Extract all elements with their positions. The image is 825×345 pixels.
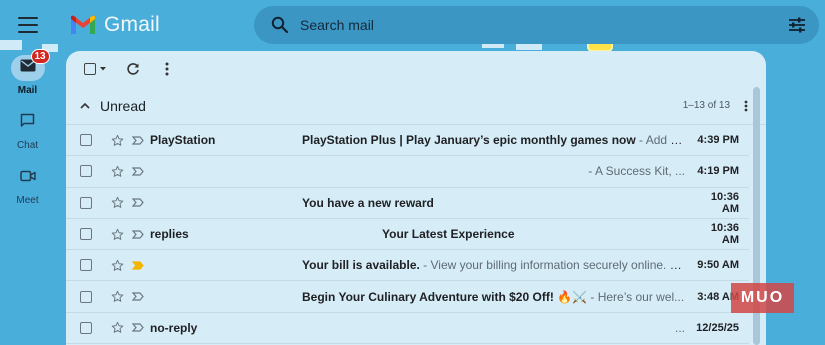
cloud-decoration [0,40,22,50]
video-icon [19,169,36,187]
email-snippet: - Here’s our wel... [587,289,685,304]
importance-marker-icon[interactable] [128,198,148,207]
email-subject: Your bill is available. [302,258,420,273]
email-row[interactable]: You have a new reward 10:36 AM [66,188,749,219]
refresh-icon [127,63,139,75]
email-list: PlayStation PlayStation Plus | Play Janua… [66,125,749,345]
email-subject: Begin Your Culinary Adventure with $20 O… [302,289,588,304]
email-snippet: - View your billing information securely… [419,258,688,273]
email-time: 10:36 AM [710,190,739,215]
email-row[interactable]: PlayStation PlayStation Plus | Play Janua… [66,125,749,157]
refresh-button[interactable] [120,56,146,82]
gmail-m-icon [70,15,96,35]
email-sender: no-reply [150,320,198,335]
importance-marker-icon[interactable] [128,261,148,270]
star-icon[interactable] [106,321,128,334]
watermark-logo: MUO [731,283,794,313]
search-options-icon[interactable] [775,17,819,33]
email-snippet: - A Success Kit, ... [588,164,685,179]
chat-icon [20,113,35,133]
email-time: 9:50 AM [697,259,739,272]
star-icon[interactable] [106,134,128,147]
email-row[interactable]: no-reply... 12/25/25 [66,313,749,345]
email-content: PlayStation Plus | Play January’s epic m… [302,133,693,147]
search-input[interactable] [300,17,775,33]
importance-marker-icon[interactable] [128,292,148,301]
main-menu-button[interactable] [18,17,38,33]
inbox-toolbar [66,51,766,87]
email-sender: replies [150,227,189,242]
rail-item-mail[interactable]: 13 Mail [0,49,55,96]
star-icon[interactable] [106,196,128,209]
search-bar[interactable] [254,6,819,44]
email-time: 4:39 PM [697,134,739,147]
rail-item-chat[interactable]: Chat [0,110,55,151]
rail-pill [11,110,45,136]
gmail-logo[interactable]: Gmail [70,13,160,37]
email-content: Begin Your Culinary Adventure with $20 O… [302,290,693,304]
left-nav-rail: 13 Mail Chat Meet [0,49,55,220]
inbox-panel: Unread 1–13 of 13 PlayStation PlayStation… [66,51,766,345]
importance-marker-icon[interactable] [128,136,148,145]
email-row[interactable]: - A Success Kit, ... 4:19 PM [66,156,749,188]
email-subject: PlayStation Plus | Play January’s epic m… [302,133,636,148]
more-options-button[interactable] [154,56,180,82]
rail-label-meet: Meet [16,195,39,206]
email-content: - A Success Kit, ... [302,164,693,178]
row-checkbox[interactable] [80,196,92,209]
importance-marker-icon[interactable] [128,323,148,333]
rail-item-meet[interactable]: Meet [0,165,55,206]
section-title: Unread [100,97,146,114]
email-time: 4:19 PM [697,165,739,178]
email-subject: You have a new reward [302,195,434,210]
unread-badge: 13 [30,49,50,64]
chevron-up-icon[interactable] [80,102,90,109]
rail-label-chat: Chat [16,140,39,151]
row-checkbox[interactable] [80,228,92,241]
row-checkbox[interactable] [80,259,92,272]
app-name: Gmail [104,13,160,36]
email-row[interactable]: Begin Your Culinary Adventure with $20 O… [66,281,749,313]
email-content: Your bill is available. - View your bill… [302,258,693,272]
email-row[interactable]: Your bill is available. - View your bill… [66,250,749,282]
star-icon[interactable] [106,165,128,178]
star-icon[interactable] [106,290,128,303]
email-snippet: - Add o... [635,133,688,148]
rail-label-mail: Mail [17,85,38,96]
importance-marker-icon[interactable] [128,167,148,176]
checkbox-icon [83,63,96,75]
row-checkbox[interactable] [80,290,92,303]
email-snippet: ... [674,320,685,335]
select-all-checkbox[interactable] [78,56,112,82]
email-content: You have a new reward [302,196,693,210]
email-sender: PlayStation [150,133,216,148]
section-count: 1–13 of 13 [682,100,730,111]
email-content: Your Latest Experience [302,227,693,241]
email-row[interactable]: replies Your Latest Experience 10:36 AM [66,219,749,251]
chevron-down-icon [99,67,106,71]
row-checkbox[interactable] [80,165,92,178]
unread-section-header[interactable]: Unread 1–13 of 13 [66,87,766,125]
importance-marker-icon[interactable] [128,229,148,239]
rail-pill [11,165,45,191]
star-icon[interactable] [106,228,128,241]
email-content: ... [302,321,693,335]
rail-pill: 13 [10,49,50,81]
more-vert-icon [165,62,169,76]
email-subject: Your Latest Experience [382,227,515,242]
section-more-icon[interactable] [744,100,748,112]
email-time: 12/25/25 [696,321,739,334]
row-checkbox[interactable] [80,134,92,147]
star-icon[interactable] [106,259,128,272]
email-time: 10:36 AM [710,222,739,247]
row-checkbox[interactable] [80,321,92,334]
search-icon[interactable] [260,16,300,34]
